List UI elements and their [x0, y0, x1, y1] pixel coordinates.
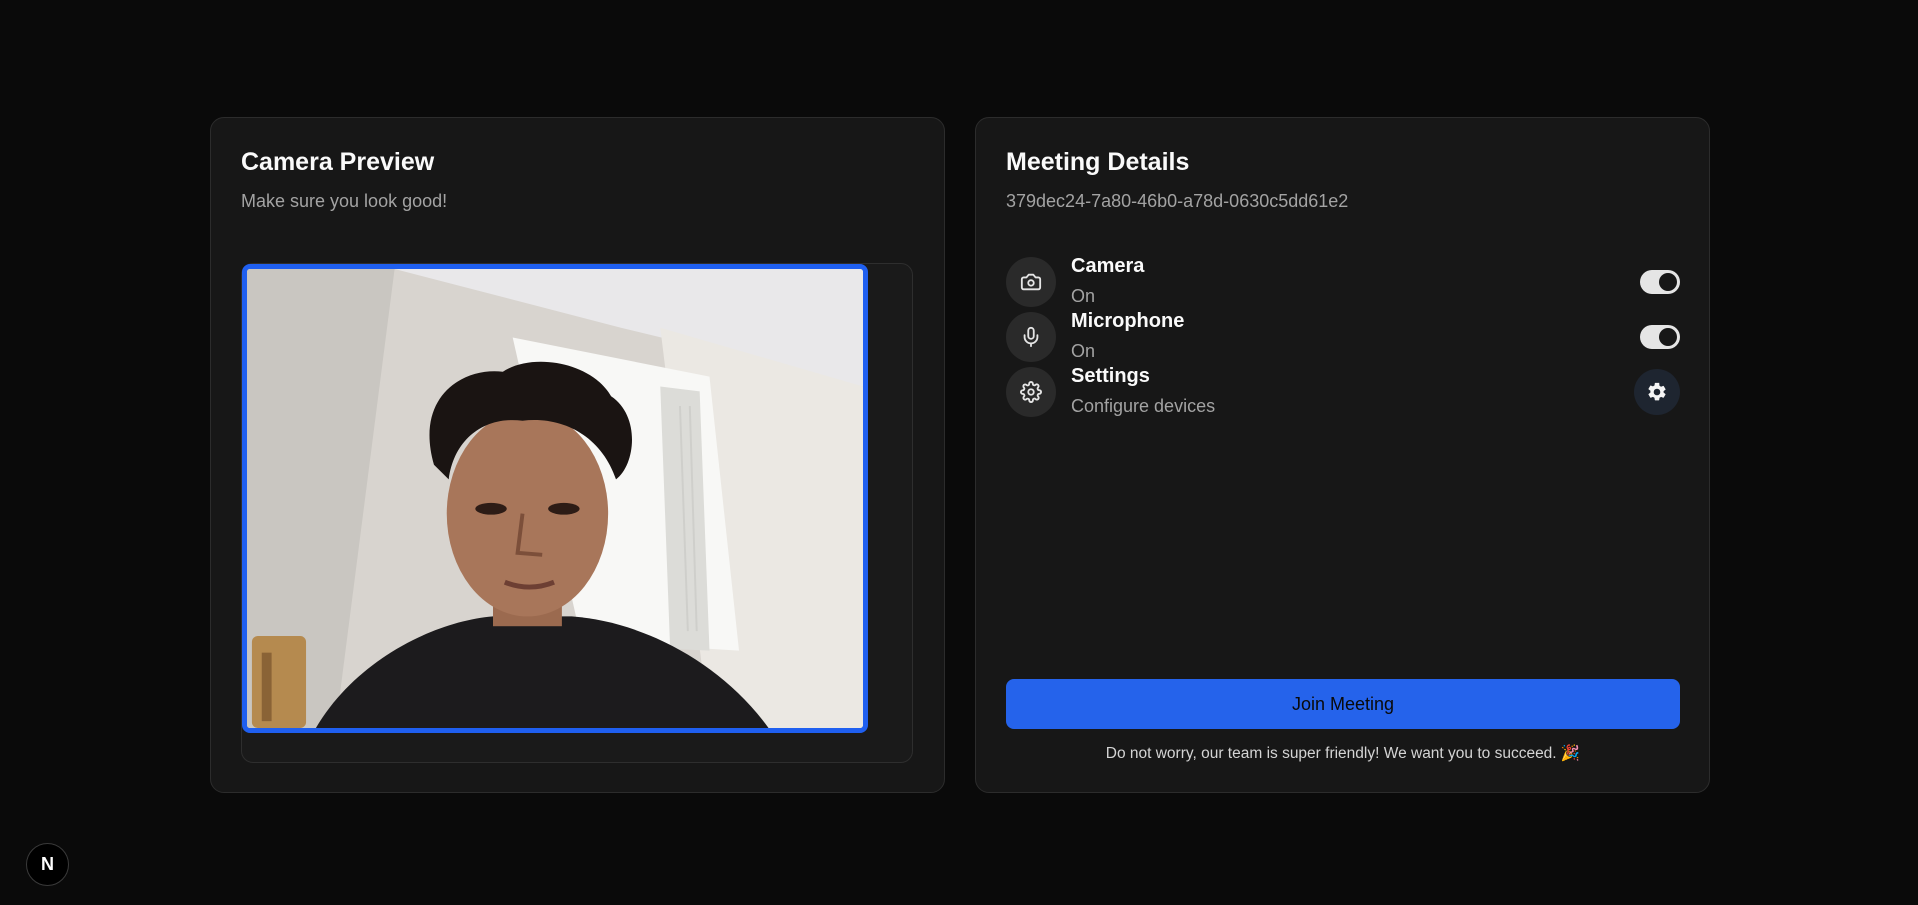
camera-preview-title: Camera Preview [241, 148, 435, 176]
settings-status: Configure devices [1071, 396, 1216, 416]
nextjs-logo-badge[interactable]: N [26, 843, 69, 886]
camera-video-image [247, 269, 863, 728]
video-frame [241, 263, 913, 763]
meeting-details-card: Meeting Details 379dec24-7a80-46b0-a78d-… [975, 117, 1710, 793]
gear-icon [1648, 382, 1666, 401]
settings-button[interactable] [1634, 369, 1680, 415]
camera-video-feed [242, 264, 868, 733]
device-row-microphone: Microphone On [1006, 310, 1680, 364]
microphone-status: On [1071, 341, 1096, 361]
camera-icon [1006, 257, 1056, 307]
page: Camera Preview Make sure you look good! [0, 0, 1918, 905]
join-meeting-button[interactable]: Join Meeting [1006, 679, 1680, 729]
microphone-label: Microphone [1071, 310, 1185, 332]
microphone-icon [1006, 312, 1056, 362]
nextjs-logo-letter: N [41, 854, 54, 874]
device-row-settings: Settings Configure devices [1006, 365, 1680, 419]
settings-label: Settings [1071, 365, 1150, 387]
camera-toggle[interactable] [1640, 270, 1680, 294]
camera-preview-card: Camera Preview Make sure you look good! [210, 117, 945, 793]
camera-preview-subtitle: Make sure you look good! [241, 191, 448, 211]
device-row-camera: Camera On [1006, 255, 1680, 309]
footnote-text: Do not worry, our team is super friendly… [1105, 745, 1581, 762]
meeting-details-title: Meeting Details [1006, 148, 1190, 176]
settings-gear-icon [1006, 367, 1056, 417]
camera-label: Camera [1071, 255, 1145, 277]
camera-status: On [1071, 286, 1096, 306]
toggle-knob [1659, 273, 1677, 291]
microphone-toggle[interactable] [1640, 325, 1680, 349]
toggle-knob [1659, 328, 1677, 346]
meeting-id: 379dec24-7a80-46b0-a78d-0630c5dd61e2 [1006, 191, 1349, 211]
